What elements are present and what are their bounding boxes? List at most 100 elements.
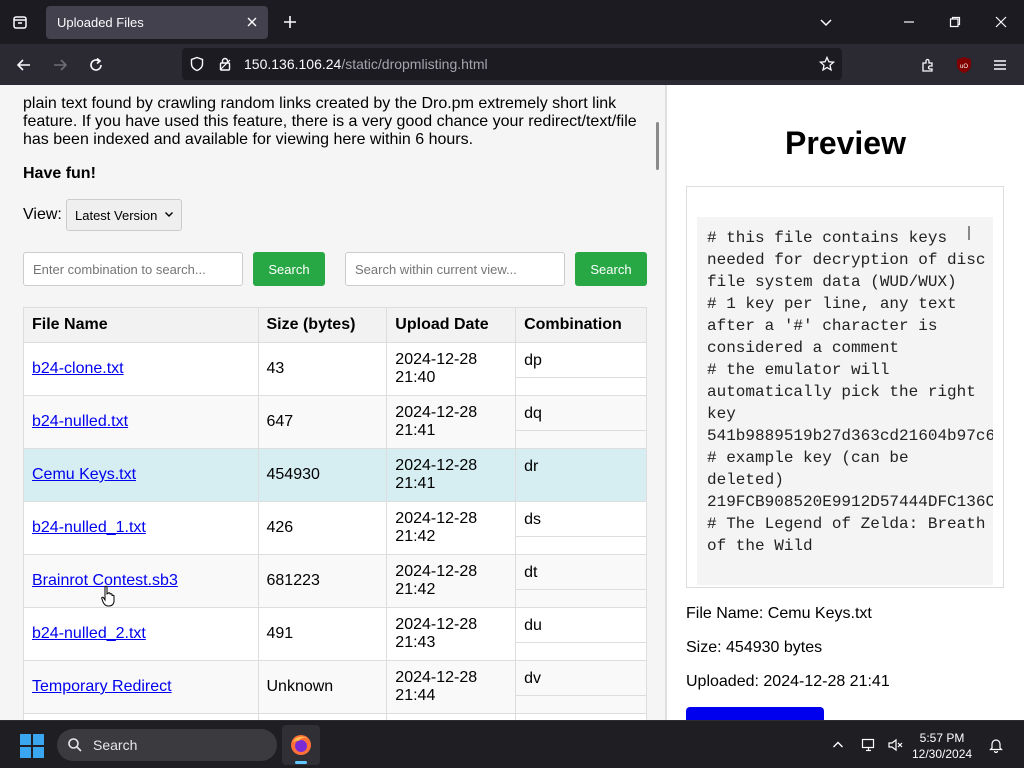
combination-value: dp — [516, 343, 646, 378]
new-tab-icon[interactable] — [278, 10, 302, 34]
size-cell: 43 — [257, 342, 388, 396]
combination-search-button[interactable]: Search — [253, 252, 325, 286]
tab-close-icon[interactable] — [244, 14, 260, 30]
table-row[interactable]: Brainrot Contest.sb3 681223 2024-12-28 21… — [23, 554, 647, 608]
file-link[interactable]: Temporary Redirect — [32, 678, 172, 695]
size-cell: 491 — [257, 607, 388, 661]
taskbar-search-box[interactable]: Search — [57, 729, 277, 761]
date-time: 21:42 — [395, 581, 436, 598]
header-combination[interactable]: Combination — [515, 307, 647, 343]
preview-size: Size: 454930 bytes — [686, 639, 823, 656]
date-time: 21:41 — [395, 475, 436, 492]
date-time: 21:40 — [395, 369, 436, 386]
file-link[interactable]: b24-nulled.txt — [32, 413, 128, 430]
windows-start-icon[interactable] — [20, 734, 44, 758]
browser-tab-bar: Uploaded Files — [0, 0, 1024, 44]
combination-value: dr — [524, 458, 539, 475]
file-name-cell: b24-nulled.txt — [23, 395, 259, 449]
date-day: 2024-12-28 — [395, 457, 478, 474]
taskbar-search-label: Search — [93, 737, 138, 753]
shield-icon[interactable] — [188, 55, 206, 73]
file-link[interactable]: b24-nulled_2.txt — [32, 625, 146, 642]
preview-pane: Preview # this file contains keys needed… — [667, 85, 1024, 720]
date-cell: 2024-12-28 21:40 — [386, 342, 517, 396]
windows-taskbar: Search 5:57 PM 12/30/2024 — [0, 720, 1024, 768]
view-search-placeholder: Search within current view... — [355, 261, 517, 277]
preview-scrollbar-thumb[interactable] — [968, 226, 970, 240]
intro-text: plain text found by crawling random link… — [23, 95, 637, 148]
tab-list-icon[interactable] — [8, 10, 32, 34]
back-arrow-icon[interactable] — [11, 52, 37, 78]
file-name-cell: Temporary Redirect — [23, 660, 259, 714]
date-cell: 2024-12-28 21:43 — [386, 607, 517, 661]
preview-file-name: File Name: Cemu Keys.txt — [686, 605, 872, 622]
header-file-name[interactable]: File Name — [23, 307, 259, 343]
volume-muted-icon[interactable] — [885, 735, 905, 755]
view-search-button[interactable]: Search — [575, 252, 647, 286]
firefox-icon — [291, 735, 311, 755]
combination-cell: dq — [515, 395, 647, 449]
forward-arrow-icon[interactable] — [47, 52, 73, 78]
menu-hamburger-icon[interactable] — [987, 52, 1013, 78]
network-icon[interactable] — [859, 735, 879, 755]
date-day: 2024-12-28 — [395, 510, 478, 527]
table-row-selected[interactable]: Cemu Keys.txt 454930 2024-12-28 21:41 dr — [23, 448, 647, 502]
file-link[interactable]: b24-clone.txt — [32, 360, 124, 377]
table-row[interactable]: b24-nulled_2.txt 491 2024-12-28 21:43 du — [23, 607, 647, 661]
restore-icon[interactable] — [943, 10, 967, 34]
file-link[interactable]: Cemu Keys.txt — [32, 466, 136, 483]
preview-content[interactable]: # this file contains keys needed for dec… — [697, 217, 993, 585]
file-listing-pane: plain text found by crawling random link… — [0, 85, 665, 720]
file-name-cell: b24-nulled_1.txt — [23, 501, 259, 555]
combination-value: dq — [516, 396, 646, 431]
combination-value: dv — [516, 661, 646, 696]
url-bar[interactable]: 150.136.106.24/static/dropmlisting.html — [182, 48, 842, 80]
bookmark-star-icon[interactable] — [818, 55, 836, 73]
minimize-icon[interactable] — [897, 10, 921, 34]
date-day: 2024-12-28 — [395, 404, 478, 421]
notification-bell-icon[interactable] — [986, 735, 1006, 755]
table-row[interactable]: b24-clone.txt 43 2024-12-28 21:40 dp — [23, 342, 647, 396]
combination-search-placeholder: Enter combination to search... — [33, 261, 206, 277]
file-link[interactable]: b24-nulled_1.txt — [32, 519, 146, 536]
combination-cell: dv — [515, 660, 647, 714]
browser-nav-bar: 150.136.106.24/static/dropmlisting.html … — [0, 44, 1024, 85]
page-viewport: plain text found by crawling random link… — [0, 85, 1024, 720]
url-path: /static/dropmlisting.html — [341, 56, 488, 72]
files-table: File Name Size (bytes) Upload Date Combi… — [23, 307, 647, 720]
combination-cell: dr — [515, 448, 647, 502]
lock-icon[interactable] — [216, 55, 234, 73]
size-cell: 426 — [257, 501, 388, 555]
combination-cell: dt — [515, 554, 647, 608]
table-row[interactable]: Temporary Redirect Unknown 2024-12-28 21:… — [23, 660, 647, 714]
active-tab[interactable]: Uploaded Files — [46, 6, 268, 39]
header-size[interactable]: Size (bytes) — [257, 307, 388, 343]
listing-scrollbar-thumb[interactable] — [656, 122, 659, 170]
table-row[interactable]: b24-nulled.txt 647 2024-12-28 21:41 dq — [23, 395, 647, 449]
view-search-input[interactable]: Search within current view... — [345, 252, 565, 286]
select-chevron-down-icon — [165, 212, 173, 217]
extensions-icon[interactable] — [915, 52, 941, 78]
taskbar-firefox-app[interactable] — [282, 725, 320, 765]
download-button[interactable] — [686, 707, 824, 720]
combination-value: du — [516, 608, 646, 643]
header-upload-date[interactable]: Upload Date — [386, 307, 517, 343]
app-running-indicator — [295, 761, 307, 764]
combination-search-input[interactable]: Enter combination to search... — [23, 252, 243, 286]
date-time: 21:44 — [395, 687, 436, 704]
date-cell: 2024-12-28 21:41 — [386, 395, 517, 449]
view-version-select[interactable]: Latest Version — [66, 199, 182, 231]
table-row[interactable]: b24-nulled_1.txt 426 2024-12-28 21:42 ds — [23, 501, 647, 555]
tray-chevron-up-icon[interactable] — [828, 735, 848, 755]
combination-cell: du — [515, 607, 647, 661]
ublock-origin-icon[interactable]: uO — [951, 52, 977, 78]
reload-icon[interactable] — [83, 52, 109, 78]
file-name-cell: Cemu Keys.txt — [23, 448, 259, 502]
date-cell: 2024-12-28 21:41 — [386, 448, 517, 502]
size-cell: 454930 — [257, 448, 388, 502]
table-header-row: File Name Size (bytes) Upload Date Combi… — [23, 307, 647, 343]
tab-overflow-chevron-icon[interactable] — [814, 10, 838, 34]
taskbar-clock[interactable]: 5:57 PM 12/30/2024 — [912, 730, 972, 762]
close-window-icon[interactable] — [989, 10, 1013, 34]
date-day: 2024-12-28 — [395, 616, 478, 633]
